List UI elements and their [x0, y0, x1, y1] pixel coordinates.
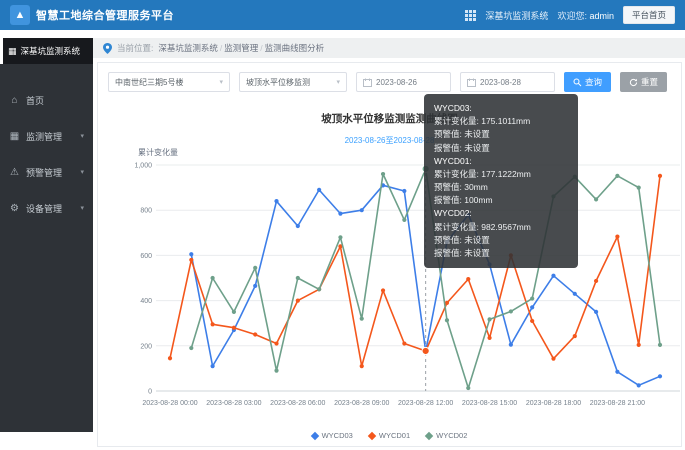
system-grid-icon: ▦: [8, 46, 17, 57]
sidebar-title: 深基坑监测系统: [21, 45, 81, 57]
sidebar-item-label: 监测管理: [26, 130, 62, 143]
chevron-down-icon: ▾: [80, 132, 84, 140]
top-bar: ▲ 智慧工地综合管理服务平台 深基坑监测系统 欢迎您: admin 平台首页: [0, 0, 685, 30]
svg-text:2023-08-28 06:00: 2023-08-28 06:00: [270, 400, 325, 407]
refresh-icon: [629, 78, 638, 87]
legend-item-wycd01[interactable]: WYCD01: [369, 431, 410, 440]
filter-bar: 中南世纪三期5号楼 ▾ 坡顶水平位移监测 ▾ 2023-08-26: [98, 63, 681, 92]
search-icon: [573, 78, 582, 87]
sidebar: ▦ 深基坑监测系统 ⌂ 首页 ▦ 监测管理 ▾ ⚠ 预警管理 ▾ ⚙ 设备管理 ▾: [0, 38, 93, 432]
sidebar-item-monitor[interactable]: ▦ 监测管理 ▾: [0, 118, 93, 154]
breadcrumb-items: 深基坑监测系统/监测管理/监测曲线图分析: [158, 42, 324, 54]
legend-marker-icon: [310, 431, 318, 439]
sidebar-item-warning[interactable]: ⚠ 预警管理 ▾: [0, 154, 93, 190]
app-title: 智慧工地综合管理服务平台: [36, 7, 174, 23]
content-panel: 中南世纪三期5号楼 ▾ 坡顶水平位移监测 ▾ 2023-08-26: [97, 62, 682, 447]
breadcrumb-item[interactable]: 深基坑监测系统: [158, 43, 218, 53]
svg-text:2023-08-28 18:00: 2023-08-28 18:00: [526, 400, 581, 407]
line-chart[interactable]: 0 200 400 600 800 1,000 2023-08-28 00:00 2023-0…: [106, 153, 684, 415]
svg-text:200: 200: [140, 343, 152, 350]
query-button-label: 查询: [585, 76, 602, 88]
app-logo-icon: ▲: [10, 5, 30, 25]
home-icon: ⌂: [9, 95, 20, 106]
breadcrumb-separator: /: [220, 43, 222, 53]
reset-button-label: 重置: [641, 76, 658, 88]
breadcrumb: 当前位置: 深基坑监测系统/监测管理/监测曲线图分析: [93, 38, 685, 58]
monitor-type-select[interactable]: 坡顶水平位移监测 ▾: [239, 72, 347, 92]
legend-item-wycd02[interactable]: WYCD02: [426, 431, 467, 440]
calendar-icon: [467, 78, 476, 87]
svg-text:2023-08-28 15:00: 2023-08-28 15:00: [462, 400, 517, 407]
start-date-value: 2023-08-26: [376, 78, 417, 87]
chevron-down-icon: ▾: [80, 168, 84, 176]
legend-item-wycd03[interactable]: WYCD03: [312, 431, 353, 440]
page: ▲ 智慧工地综合管理服务平台 深基坑监测系统 欢迎您: admin 平台首页 ▦…: [0, 0, 685, 450]
svg-text:1,000: 1,000: [134, 163, 152, 170]
project-select-value: 中南世纪三期5号楼: [115, 77, 183, 88]
breadcrumb-prefix: 当前位置:: [117, 42, 153, 54]
svg-text:0: 0: [148, 389, 152, 396]
svg-text:800: 800: [140, 208, 152, 215]
monitor-icon: ▦: [9, 131, 20, 142]
sidebar-item-label: 预警管理: [26, 166, 62, 179]
start-date-input[interactable]: 2023-08-26: [356, 72, 451, 92]
topbar-right: 深基坑监测系统 欢迎您: admin 平台首页: [465, 6, 675, 24]
svg-text:2023-08-28 21:00: 2023-08-28 21:00: [590, 400, 645, 407]
svg-text:2023-08-28 09:00: 2023-08-28 09:00: [334, 400, 389, 407]
chevron-down-icon: ▾: [336, 78, 340, 86]
svg-text:400: 400: [140, 298, 152, 305]
reset-button[interactable]: 重置: [620, 72, 667, 92]
breadcrumb-item[interactable]: 监测管理: [224, 43, 258, 53]
welcome-label: 欢迎您:: [557, 11, 587, 21]
main-content: 当前位置: 深基坑监测系统/监测管理/监测曲线图分析 中南世纪三期5号楼 ▾ 坡…: [93, 30, 685, 450]
project-select[interactable]: 中南世纪三期5号楼 ▾: [108, 72, 230, 92]
sidebar-item-device[interactable]: ⚙ 设备管理 ▾: [0, 190, 93, 226]
svg-text:2023-08-28 00:00: 2023-08-28 00:00: [142, 400, 197, 407]
end-date-input[interactable]: 2023-08-28: [460, 72, 555, 92]
monitor-type-value: 坡顶水平位移监测: [246, 77, 310, 88]
calendar-icon: [363, 78, 372, 87]
breadcrumb-item[interactable]: 监测曲线图分析: [265, 43, 325, 53]
legend-label: WYCD03: [322, 431, 353, 440]
query-button[interactable]: 查询: [564, 72, 611, 92]
legend-marker-icon: [425, 431, 433, 439]
legend-marker-icon: [368, 431, 376, 439]
svg-text:2023-08-28 03:00: 2023-08-28 03:00: [206, 400, 261, 407]
chart-title: 坡顶水平位移监测监测曲线图: [98, 111, 681, 126]
location-pin-icon: [103, 43, 112, 54]
portal-home-button[interactable]: 平台首页: [623, 6, 675, 24]
chevron-down-icon: ▾: [219, 78, 223, 86]
svg-text:600: 600: [140, 253, 152, 260]
sidebar-item-label: 首页: [26, 94, 44, 107]
alert-icon: ⚠: [9, 167, 20, 178]
legend-label: WYCD01: [379, 431, 410, 440]
current-system-label[interactable]: 深基坑监测系统: [485, 9, 548, 22]
end-date-value: 2023-08-28: [480, 78, 521, 87]
username: admin: [589, 11, 614, 21]
chart-date-range-link[interactable]: 2023-08-26至2023-08-28: [98, 135, 681, 146]
sidebar-item-label: 设备管理: [26, 202, 62, 215]
svg-text:2023-08-28 12:00: 2023-08-28 12:00: [398, 400, 453, 407]
sidebar-menu: ⌂ 首页 ▦ 监测管理 ▾ ⚠ 预警管理 ▾ ⚙ 设备管理 ▾: [0, 64, 93, 226]
sidebar-item-home[interactable]: ⌂ 首页: [0, 82, 93, 118]
apps-grid-icon[interactable]: [465, 10, 476, 21]
chevron-down-icon: ▾: [80, 204, 84, 212]
device-icon: ⚙: [9, 203, 20, 214]
sidebar-header: ▦ 深基坑监测系统: [0, 38, 93, 64]
legend-label: WYCD02: [436, 431, 467, 440]
chart-legend: WYCD03 WYCD01 WYCD02: [98, 431, 681, 440]
breadcrumb-separator: /: [260, 43, 262, 53]
welcome-text: 欢迎您: admin: [557, 9, 614, 22]
